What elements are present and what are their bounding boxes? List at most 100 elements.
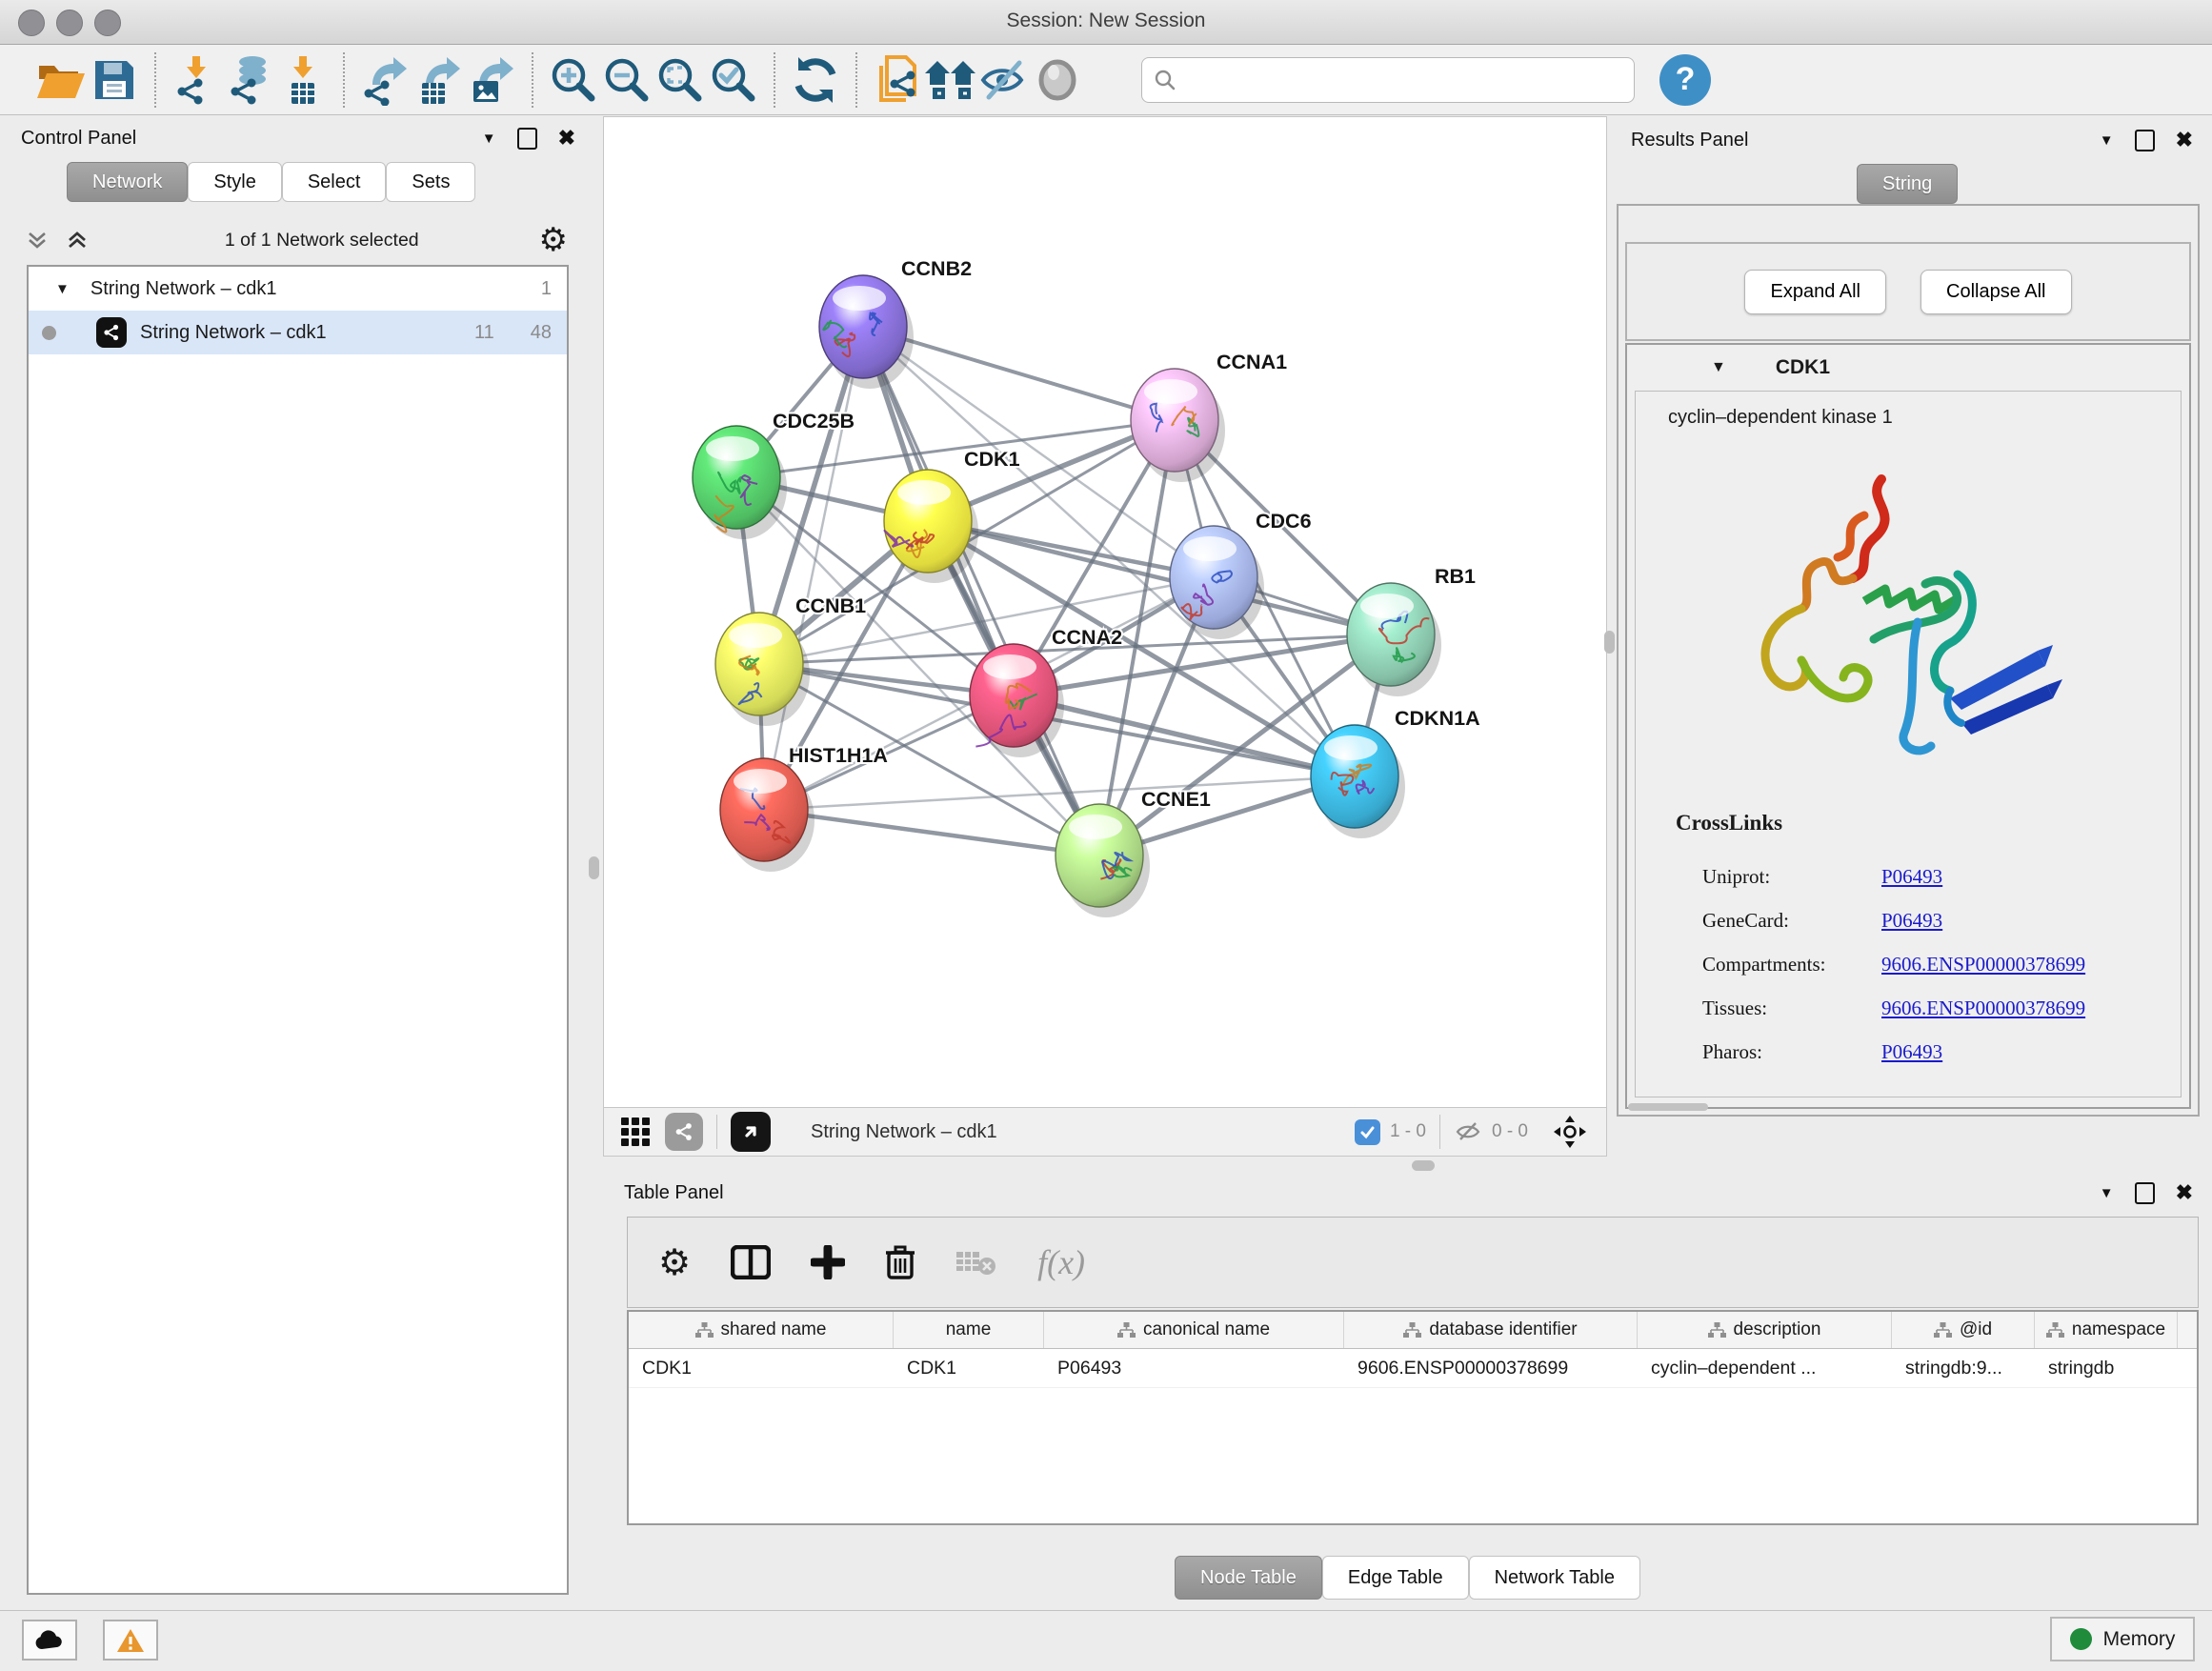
export-network-icon[interactable]: [358, 53, 412, 107]
node-CDK1[interactable]: [884, 470, 978, 583]
table-row[interactable]: CDK1CDK1P064939606.ENSP00000378699cyclin…: [629, 1349, 2197, 1388]
cell-shared-name[interactable]: CDK1: [629, 1349, 894, 1387]
panel-menu-icon[interactable]: ▼: [2100, 1185, 2114, 1201]
tab-edge-table[interactable]: Edge Table: [1322, 1556, 1469, 1600]
node-CCNB2[interactable]: [819, 275, 914, 389]
node-label-CCNE1: CCNE1: [1141, 788, 1211, 811]
import-network-file-icon[interactable]: [170, 53, 223, 107]
main-toolbar: ?: [0, 45, 2212, 115]
import-table-icon[interactable]: [276, 53, 330, 107]
crosslink-link[interactable]: P06493: [1881, 1040, 1942, 1064]
memory-button[interactable]: Memory: [2050, 1617, 2195, 1661]
network-canvas[interactable]: CCNB2CCNA1CDC25BCDK1CDC6RB1CCNB1CCNA2CDK…: [603, 116, 1607, 1109]
gene-section-header[interactable]: ▼ CDK1: [1627, 345, 2189, 391]
crosslink-link[interactable]: P06493: [1881, 909, 1942, 933]
results-scrollbar[interactable]: [1628, 1103, 1708, 1111]
close-panel-icon[interactable]: ✖: [558, 126, 575, 151]
cell-description[interactable]: cyclin–dependent ...: [1638, 1349, 1892, 1387]
crosslink-link[interactable]: P06493: [1881, 865, 1942, 889]
network-options-gear-icon[interactable]: ⚙: [539, 221, 568, 259]
cell-name[interactable]: CDK1: [894, 1349, 1044, 1387]
export-image-icon[interactable]: [465, 53, 518, 107]
node-CDC25B[interactable]: [693, 426, 787, 539]
tab-select[interactable]: Select: [282, 162, 387, 202]
tab-string[interactable]: String: [1857, 164, 1958, 204]
open-session-icon[interactable]: [34, 53, 88, 107]
node-RB1[interactable]: [1347, 583, 1441, 696]
show-columns-icon[interactable]: [731, 1245, 771, 1279]
column-header-database-identifier[interactable]: database identifier: [1344, 1312, 1638, 1348]
window-title: Session: New Session: [0, 10, 2212, 32]
column-header-shared-name[interactable]: shared name: [629, 1312, 894, 1348]
bottom-splitter-handle[interactable]: [1412, 1160, 1435, 1171]
tab-sets[interactable]: Sets: [386, 162, 475, 202]
close-panel-icon[interactable]: ✖: [2176, 1180, 2193, 1205]
function-builder-icon[interactable]: f(x): [1037, 1242, 1085, 1282]
column-header-namespace[interactable]: namespace: [2035, 1312, 2178, 1348]
preview-icon[interactable]: [1031, 53, 1084, 107]
add-column-icon[interactable]: [811, 1245, 845, 1279]
tab-network[interactable]: Network: [67, 162, 188, 202]
float-panel-icon[interactable]: [517, 128, 537, 150]
save-session-icon[interactable]: [88, 53, 141, 107]
crosslink-link[interactable]: 9606.ENSP00000378699: [1881, 953, 2085, 976]
panel-menu-icon[interactable]: ▼: [482, 131, 496, 147]
left-splitter-handle[interactable]: [589, 856, 599, 879]
zoom-fit-icon[interactable]: [654, 53, 707, 107]
hide-selected-icon[interactable]: [977, 53, 1031, 107]
cell-database-identifier[interactable]: 9606.ENSP00000378699: [1344, 1349, 1638, 1387]
collapse-gene-icon[interactable]: ▼: [1711, 359, 1726, 376]
node-CCNE1[interactable]: [1056, 804, 1150, 917]
zoom-in-icon[interactable]: [547, 53, 600, 107]
node-table[interactable]: shared namenamecanonical namedatabase id…: [627, 1310, 2199, 1525]
tab-style[interactable]: Style: [188, 162, 281, 202]
birdseye-view-icon[interactable]: [731, 1112, 771, 1152]
column-header-canonical-name[interactable]: canonical name: [1044, 1312, 1344, 1348]
export-table-icon[interactable]: [412, 53, 465, 107]
expand-all-button[interactable]: Expand All: [1744, 270, 1886, 314]
search-input[interactable]: [1184, 69, 1622, 91]
cell-namespace[interactable]: stringdb: [2035, 1349, 2178, 1387]
string-view-icon[interactable]: [665, 1113, 703, 1151]
delete-table-icon[interactable]: [955, 1248, 997, 1277]
collapse-all-button[interactable]: Collapse All: [1920, 270, 2072, 314]
zoom-selected-icon[interactable]: [707, 53, 760, 107]
fit-selected-icon[interactable]: [1553, 1115, 1587, 1149]
cloud-status-button[interactable]: [22, 1620, 77, 1661]
help-button[interactable]: ?: [1659, 54, 1711, 106]
panel-menu-icon[interactable]: ▼: [2100, 132, 2114, 149]
network-collection-row[interactable]: ▼ String Network – cdk1 1: [29, 267, 567, 311]
refresh-icon[interactable]: [789, 53, 842, 107]
float-panel-icon[interactable]: [2135, 1182, 2155, 1204]
cell-@id[interactable]: stringdb:9...: [1892, 1349, 2035, 1387]
network-row-selected[interactable]: String Network – cdk1 11 48: [29, 311, 567, 354]
float-panel-icon[interactable]: [2135, 130, 2155, 151]
search-box[interactable]: [1141, 57, 1635, 103]
expand-all-networks-icon[interactable]: [65, 228, 90, 252]
node-CCNA1[interactable]: [1131, 369, 1225, 482]
tab-node-table[interactable]: Node Table: [1175, 1556, 1322, 1600]
share-document-icon[interactable]: [871, 53, 924, 107]
crosslink-label: GeneCard:: [1702, 909, 1881, 933]
cytoscape-window: Session: New Session ? Control Panel ▼ ✖…: [0, 0, 2212, 1671]
crosslink-link[interactable]: 9606.ENSP00000378699: [1881, 997, 2085, 1020]
collapse-collection-icon[interactable]: ▼: [55, 281, 70, 297]
import-network-database-icon[interactable]: [223, 53, 276, 107]
column-header-@id[interactable]: @id: [1892, 1312, 2035, 1348]
column-header-name[interactable]: name: [894, 1312, 1044, 1348]
home-icon[interactable]: [924, 53, 977, 107]
node-CDC6[interactable]: [1170, 526, 1264, 639]
tab-network-table[interactable]: Network Table: [1469, 1556, 1640, 1600]
zoom-out-icon[interactable]: [600, 53, 654, 107]
selected-items-checkbox-icon[interactable]: [1355, 1119, 1380, 1145]
table-options-gear-icon[interactable]: ⚙: [658, 1241, 691, 1283]
grid-view-icon[interactable]: [621, 1117, 650, 1146]
close-panel-icon[interactable]: ✖: [2176, 128, 2193, 152]
node-HIST1H1A[interactable]: [720, 758, 814, 872]
column-header-description[interactable]: description: [1638, 1312, 1892, 1348]
warnings-button[interactable]: [103, 1620, 158, 1661]
delete-column-icon[interactable]: [885, 1244, 915, 1280]
cell-canonical-name[interactable]: P06493: [1044, 1349, 1344, 1387]
node-CDKN1A[interactable]: [1311, 725, 1405, 838]
collapse-all-networks-icon[interactable]: [25, 228, 50, 252]
